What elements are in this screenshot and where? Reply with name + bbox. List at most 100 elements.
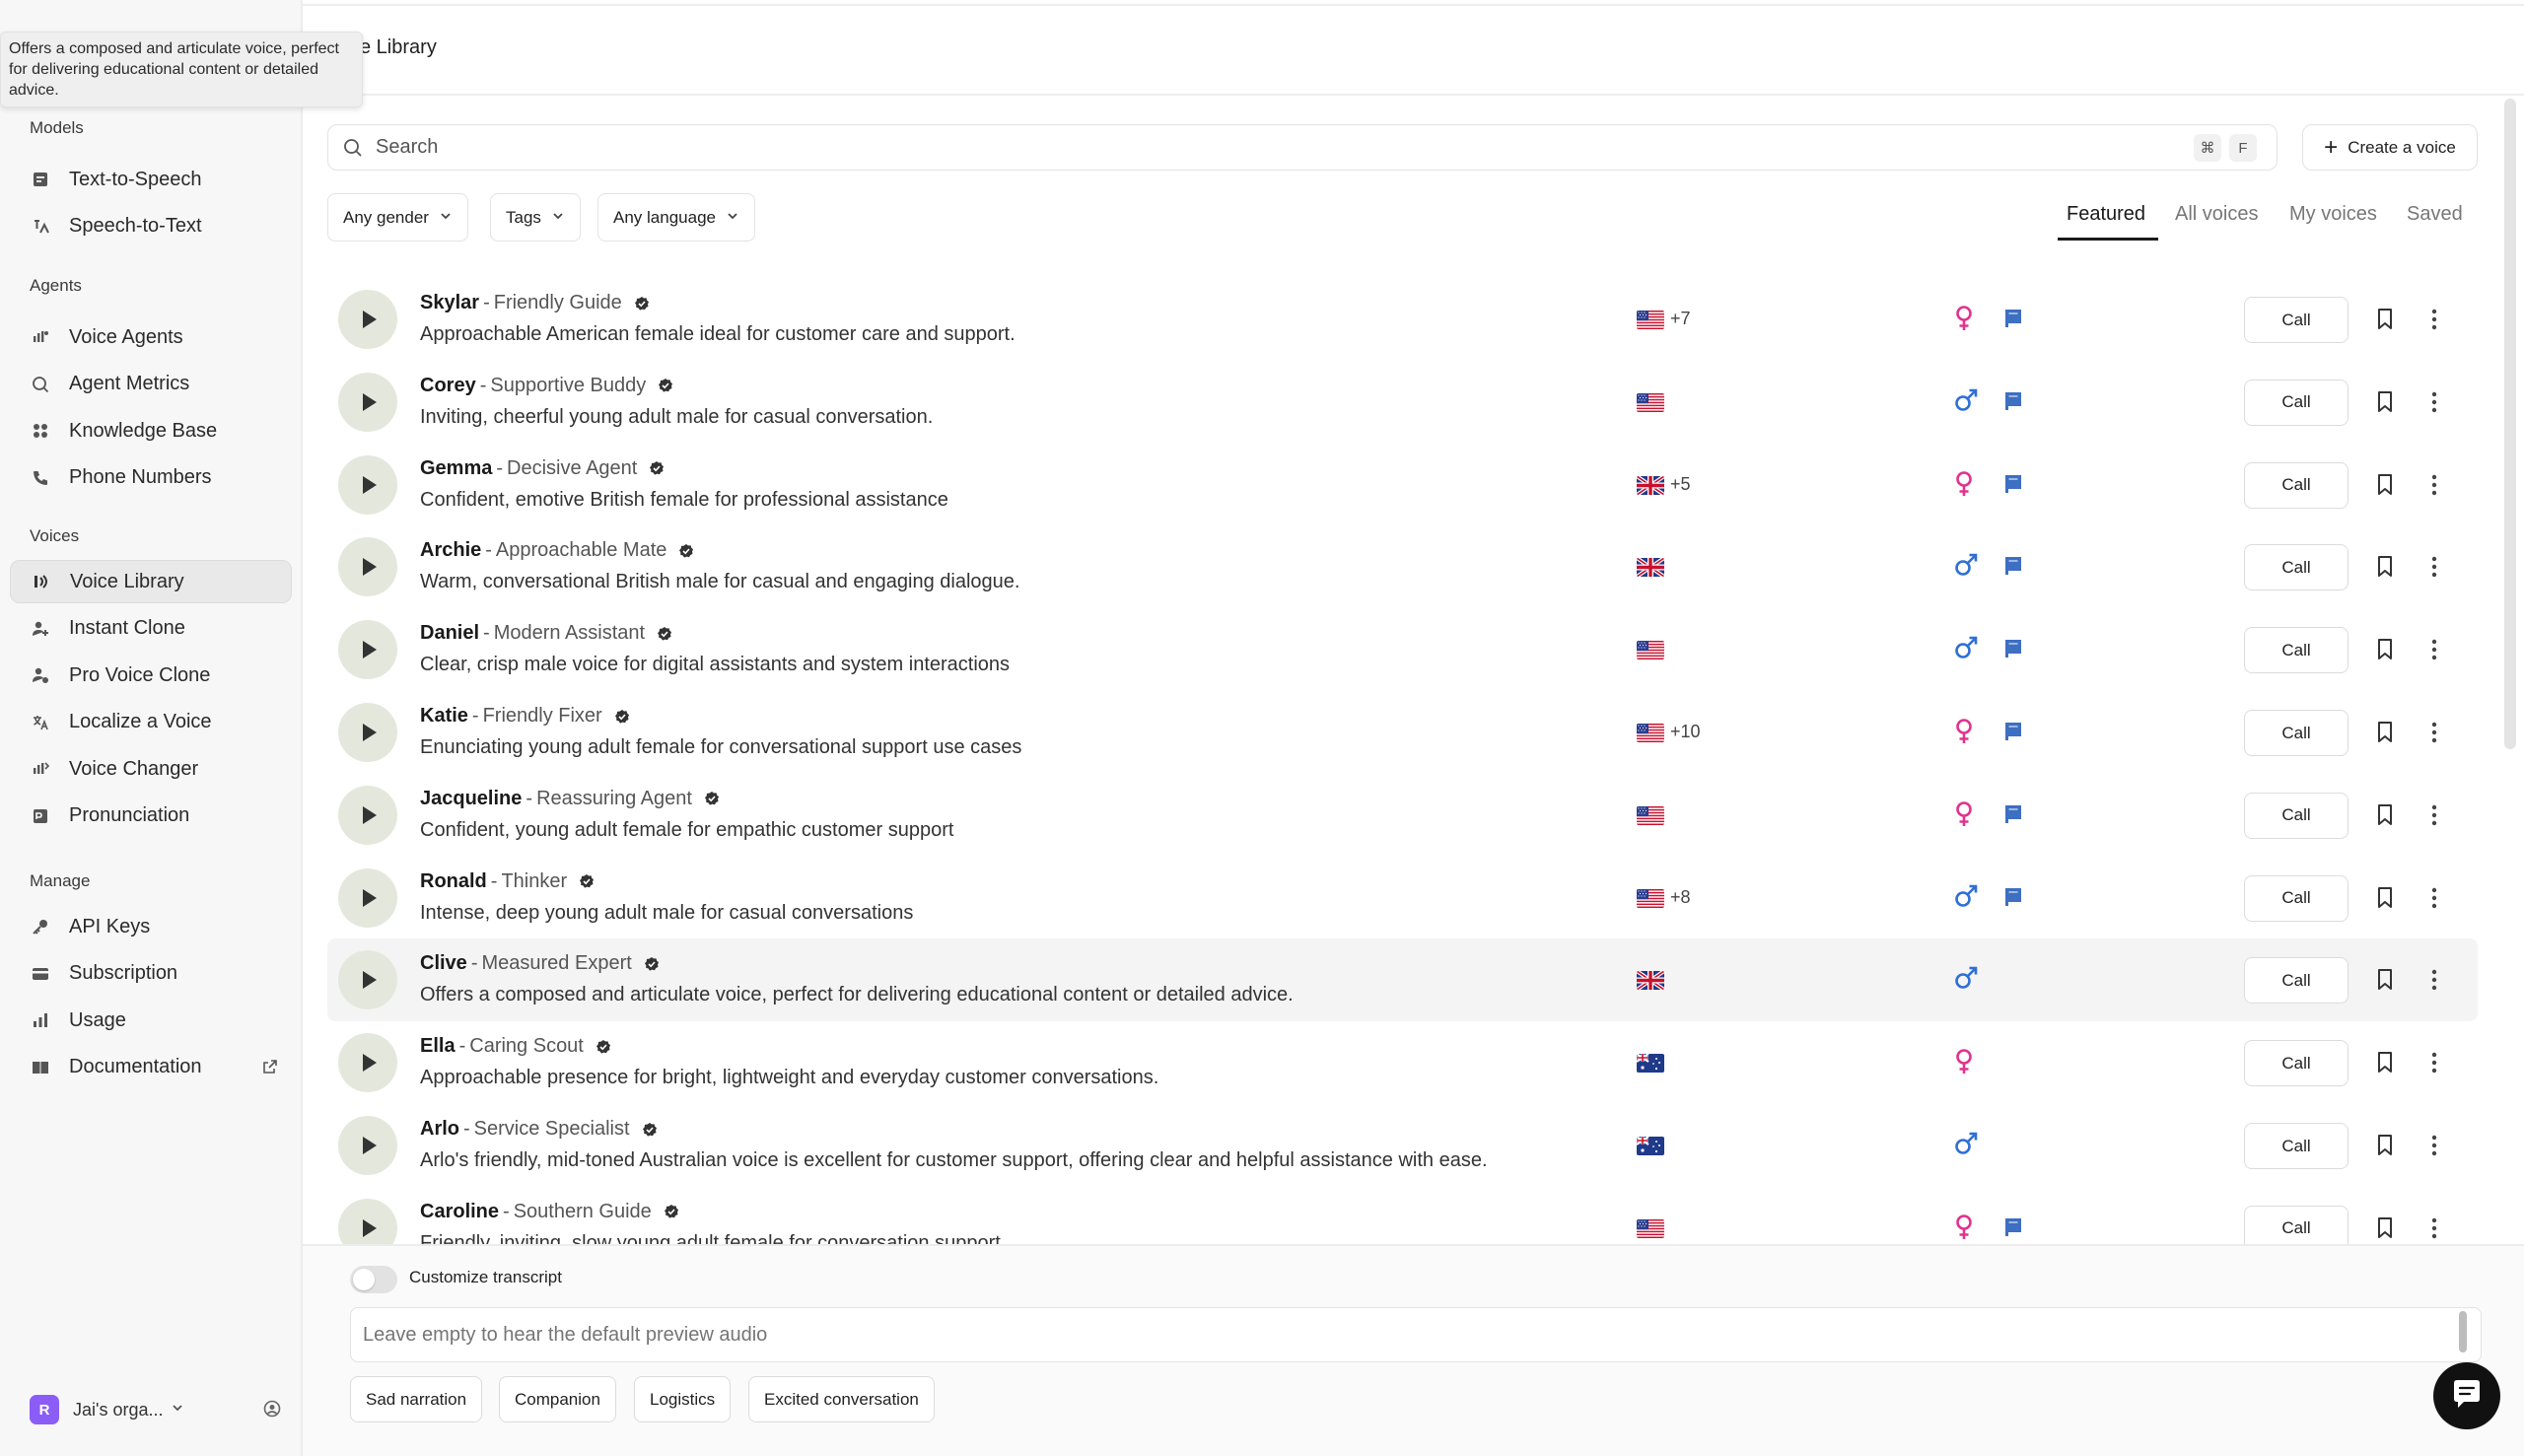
- call-button[interactable]: Call: [2244, 1205, 2349, 1244]
- preview-text-input[interactable]: [350, 1307, 2482, 1362]
- tab-featured[interactable]: Featured: [2067, 203, 2145, 226]
- tab-all-voices[interactable]: All voices: [2175, 203, 2258, 226]
- org-switcher[interactable]: R Jai's orga...: [30, 1390, 282, 1429]
- voice-row[interactable]: Gemma - Decisive Agent Confident, emotive B…: [327, 444, 2478, 526]
- play-button[interactable]: [338, 950, 397, 1010]
- more-options-icon[interactable]: [2429, 471, 2439, 504]
- play-button[interactable]: [338, 1116, 397, 1175]
- bookmark-icon[interactable]: [2374, 721, 2396, 749]
- call-button[interactable]: Call: [2244, 1123, 2349, 1169]
- play-button[interactable]: [338, 290, 397, 349]
- bookmark-icon[interactable]: [2374, 886, 2396, 915]
- sidebar-item-subscription[interactable]: Subscription: [10, 952, 292, 996]
- chip-sad-narration[interactable]: Sad narration: [350, 1376, 483, 1422]
- call-button[interactable]: Call: [2244, 874, 2349, 922]
- voice-row[interactable]: Caroline - Southern Guide Friendly, invitin…: [327, 1187, 2478, 1244]
- voice-row[interactable]: Daniel - Modern Assistant Clear, crisp male…: [327, 608, 2478, 691]
- more-options-icon[interactable]: [2429, 966, 2439, 999]
- sidebar-item-voice-changer[interactable]: Voice Changer: [10, 747, 292, 791]
- sidebar-item-phone-numbers[interactable]: Phone Numbers: [10, 456, 292, 500]
- bookmark-icon[interactable]: [2374, 555, 2396, 584]
- sidebar-item-voice-library[interactable]: Voice Library: [10, 560, 292, 603]
- more-options-icon[interactable]: [2429, 388, 2439, 421]
- play-button[interactable]: [338, 867, 397, 928]
- play-button[interactable]: [338, 372, 397, 432]
- sidebar-item-speech-to-text[interactable]: Speech-to-Text: [10, 205, 292, 248]
- customize-transcript-toggle[interactable]: [350, 1266, 397, 1293]
- play-button[interactable]: [338, 785, 397, 845]
- voice-role: Modern Assistant: [493, 622, 646, 645]
- voice-row[interactable]: Clive - Measured Expert Offers a composed a…: [327, 938, 2478, 1022]
- sidebar-item-knowledge-base[interactable]: Knowledge Base: [10, 409, 292, 452]
- search-input[interactable]: [376, 136, 2052, 159]
- bookmark-icon[interactable]: [2374, 390, 2396, 419]
- voice-row[interactable]: Ella - Caring Scout Approachable presence f…: [327, 1021, 2478, 1104]
- create-voice-button[interactable]: + Create a voice: [2302, 124, 2478, 171]
- bookmark-icon[interactable]: [2374, 1216, 2396, 1244]
- tags-filter[interactable]: Tags: [490, 193, 581, 242]
- language-filter[interactable]: Any language: [597, 193, 755, 242]
- chip-excited-conversation[interactable]: Excited conversation: [748, 1376, 935, 1422]
- bookmark-icon[interactable]: [2374, 1051, 2396, 1079]
- sidebar-item-documentation[interactable]: Documentation: [10, 1046, 292, 1089]
- flag-us-icon: [1637, 1218, 1664, 1238]
- call-button[interactable]: Call: [2244, 710, 2349, 756]
- sidebar-item-localize-a-voice[interactable]: Localize a Voice: [10, 701, 292, 744]
- play-button[interactable]: [338, 703, 397, 762]
- call-button[interactable]: Call: [2244, 544, 2349, 591]
- sidebar-item-api-keys[interactable]: API Keys: [10, 905, 292, 948]
- call-button[interactable]: Call: [2244, 792, 2349, 839]
- call-button[interactable]: Call: [2244, 297, 2349, 343]
- more-options-icon[interactable]: [2429, 636, 2439, 668]
- chip-logistics[interactable]: Logistics: [634, 1376, 732, 1422]
- help-icon[interactable]: [262, 1399, 282, 1423]
- voice-row[interactable]: Katie - Friendly Fixer Enunciating young ad…: [327, 691, 2478, 774]
- more-options-icon[interactable]: [2429, 306, 2439, 338]
- voice-row[interactable]: Jacqueline - Reassuring Agent Confident, yo…: [327, 774, 2478, 857]
- sidebar-item-instant-clone[interactable]: Instant Clone: [10, 607, 292, 651]
- voice-title: Arlo - Service Specialist: [420, 1118, 658, 1141]
- voice-row[interactable]: Skylar - Friendly Guide Approachable Americ…: [327, 278, 2478, 361]
- voice-row[interactable]: Ronald - Thinker Intense, deep young adult …: [327, 857, 2478, 939]
- more-options-icon[interactable]: [2429, 801, 2439, 834]
- voice-row[interactable]: Corey - Supportive Buddy Inviting, cheerful…: [327, 361, 2478, 444]
- gender-filter[interactable]: Any gender: [327, 193, 468, 242]
- call-button[interactable]: Call: [2244, 461, 2349, 509]
- more-options-icon[interactable]: [2429, 1049, 2439, 1081]
- bookmark-icon[interactable]: [2374, 308, 2396, 336]
- play-button[interactable]: [338, 454, 397, 515]
- sidebar-item-pronunciation[interactable]: Pronunciation: [10, 795, 292, 838]
- sidebar-item-text-to-speech[interactable]: Text-to-Speech: [10, 158, 292, 201]
- chat-support-button[interactable]: [2433, 1362, 2500, 1429]
- more-options-icon[interactable]: [2429, 1214, 2439, 1244]
- preview-scrollbar[interactable]: [2459, 1311, 2467, 1352]
- sidebar-item-voice-agents[interactable]: Voice Agents: [10, 315, 292, 359]
- more-options-icon[interactable]: [2429, 1132, 2439, 1164]
- bookmark-icon[interactable]: [2374, 968, 2396, 997]
- play-button[interactable]: [338, 1033, 397, 1093]
- more-options-icon[interactable]: [2429, 719, 2439, 751]
- more-options-icon[interactable]: [2429, 553, 2439, 586]
- voice-row[interactable]: Arlo - Service Specialist Arlo's friendly, …: [327, 1104, 2478, 1187]
- list-scrollbar[interactable]: [2504, 99, 2516, 749]
- play-button[interactable]: [338, 537, 397, 597]
- call-button[interactable]: Call: [2244, 957, 2349, 1005]
- bookmark-icon[interactable]: [2374, 473, 2396, 502]
- play-button[interactable]: [338, 620, 397, 680]
- search-bar[interactable]: ⌘ F: [327, 124, 2278, 171]
- voice-row[interactable]: Archie - Approachable Mate Warm, conversati…: [327, 525, 2478, 608]
- call-button[interactable]: Call: [2244, 379, 2349, 426]
- sidebar-item-pro-voice-clone[interactable]: Pro Voice Clone: [10, 654, 292, 697]
- bookmark-icon[interactable]: [2374, 1134, 2396, 1162]
- play-button[interactable]: [338, 1198, 397, 1244]
- chip-companion[interactable]: Companion: [499, 1376, 616, 1422]
- tab-saved[interactable]: Saved: [2407, 203, 2463, 226]
- bookmark-icon[interactable]: [2374, 803, 2396, 832]
- bookmark-icon[interactable]: [2374, 638, 2396, 666]
- more-options-icon[interactable]: [2429, 884, 2439, 917]
- call-button[interactable]: Call: [2244, 627, 2349, 674]
- sidebar-item-agent-metrics[interactable]: Agent Metrics: [10, 363, 292, 406]
- call-button[interactable]: Call: [2244, 1040, 2349, 1087]
- tab-my-voices[interactable]: My voices: [2289, 203, 2377, 226]
- sidebar-item-usage[interactable]: Usage: [10, 999, 292, 1042]
